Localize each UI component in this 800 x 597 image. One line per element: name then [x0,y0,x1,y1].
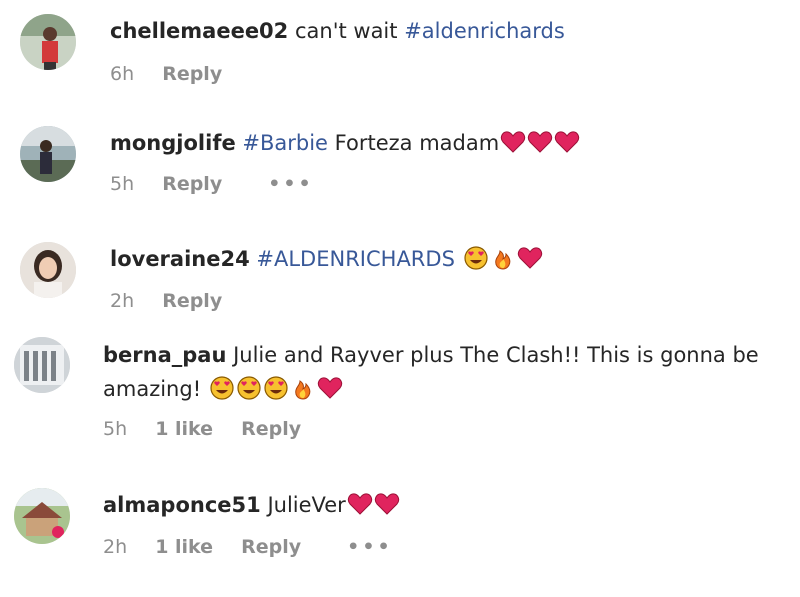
comment-time: 6h [110,63,135,85]
comment-username[interactable]: berna_pau [103,343,226,367]
hashtag-link[interactable]: #aldenrichards [404,19,565,43]
reply-button[interactable]: Reply [162,173,222,195]
comment-username[interactable]: almaponce51 [103,493,261,517]
avatar[interactable] [20,242,76,298]
comment-meta: 2h Reply [110,290,244,312]
red-heart-icon [517,246,543,270]
avatar-image [20,14,76,70]
avatar[interactable] [14,488,70,544]
hashtag-link[interactable]: #Barbie [242,131,328,155]
red-heart-icon [527,130,553,154]
comment-time: 2h [110,290,135,312]
comment-text: berna_pau Julie and Rayver plus The Clas… [103,338,759,372]
comment-time: 2h [103,536,128,558]
likes-count[interactable]: 1 like [155,418,213,440]
comment-meta: 5h 1 like Reply [103,418,323,440]
avatar-image [14,337,70,393]
heart-eyes-face-icon [236,376,262,400]
reply-button[interactable]: Reply [241,418,301,440]
comment-message: JulieVer [267,493,346,517]
comment-text: chellemaeee02 can't wait #aldenrichards [110,14,565,48]
red-heart-icon [500,130,526,154]
more-options-button[interactable]: ••• [347,536,392,558]
red-heart-icon [317,376,343,400]
comment-text-continued: amazing! [103,372,343,406]
reply-button[interactable]: Reply [162,290,222,312]
comment-meta: 2h 1 like Reply ••• [103,536,415,558]
avatar-image [20,242,76,298]
comment-message: amazing! [103,377,202,401]
comment-username[interactable]: chellemaeee02 [110,19,288,43]
avatar-image [20,126,76,182]
comment-meta: 5h Reply ••• [110,173,336,195]
avatar[interactable] [20,126,76,182]
red-heart-icon [554,130,580,154]
heart-eyes-face-icon [209,376,235,400]
heart-eyes-face-icon [463,246,489,270]
avatar[interactable] [14,337,70,393]
hashtag-link[interactable]: #ALDENRICHARDS [256,247,455,271]
comment-message: can't wait [294,19,398,43]
fire-icon [290,376,316,400]
comment-text: loveraine24 #ALDENRICHARDS [110,242,543,276]
avatar-image [14,488,70,544]
red-heart-icon [374,492,400,516]
comment-time: 5h [103,418,128,440]
comment-message: Forteza madam [334,131,500,155]
avatar[interactable] [20,14,76,70]
reply-button[interactable]: Reply [241,536,301,558]
comment-meta: 6h Reply [110,63,244,85]
likes-count[interactable]: 1 like [155,536,213,558]
reply-button[interactable]: Reply [162,63,222,85]
comment-time: 5h [110,173,135,195]
comment-username[interactable]: mongjolife [110,131,236,155]
red-heart-icon [347,492,373,516]
heart-eyes-face-icon [263,376,289,400]
fire-icon [490,246,516,270]
comment-username[interactable]: loveraine24 [110,247,250,271]
more-options-button[interactable]: ••• [268,173,313,195]
comment-text: almaponce51 JulieVer [103,488,400,522]
comment-message: Julie and Rayver plus The Clash!! This i… [233,343,759,367]
comment-text: mongjolife #Barbie Forteza madam [110,126,580,160]
